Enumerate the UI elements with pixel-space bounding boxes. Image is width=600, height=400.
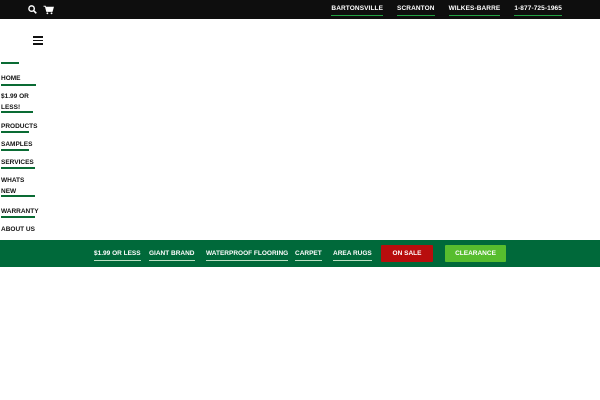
phone-link[interactable]: 1-877-725-1965	[514, 0, 562, 16]
menu-item-whats-new[interactable]: WHATS NEW	[1, 175, 35, 197]
search-icon[interactable]	[26, 3, 39, 16]
category-carpet[interactable]: CARPET	[295, 240, 322, 267]
menu-item-services[interactable]: SERVICES	[1, 157, 35, 169]
menu-item-products[interactable]: PRODUCTS	[1, 121, 37, 133]
hamburger-icon[interactable]	[33, 36, 43, 45]
category-label: WATERPROOF FLOORING	[206, 250, 289, 257]
category-label: $1.99 OR LESS	[94, 250, 141, 257]
menu-item-label: WHATS	[1, 177, 25, 184]
location-links: BARTONSVILLE SCRANTON WILKES-BARRE 1-877…	[331, 0, 562, 19]
category-label: AREA RUGS	[333, 250, 372, 257]
menu-item-label: ABOUT US	[1, 226, 35, 233]
menu-item-warranty[interactable]: WARRANTY	[1, 206, 39, 218]
menu-item-about-us[interactable]: ABOUT US	[1, 224, 35, 235]
location-link-wilkes-barre[interactable]: WILKES-BARRE	[448, 0, 501, 16]
category-waterproof-flooring[interactable]: WATERPROOF FLOORING	[206, 240, 289, 267]
menu-divider	[1, 62, 19, 64]
category-area-rugs[interactable]: AREA RUGS	[333, 240, 372, 267]
on-sale-button[interactable]: ON SALE	[381, 245, 433, 262]
location-link-scranton[interactable]: SCRANTON	[397, 0, 435, 16]
menu-item-samples[interactable]: SAMPLES	[1, 139, 32, 151]
category-label: CARPET	[295, 250, 322, 257]
cart-icon[interactable]	[42, 3, 55, 16]
clearance-button[interactable]: CLEARANCE	[445, 245, 506, 262]
category-bar: $1.99 OR LESS GIANT BRAND WATERPROOF FLO…	[0, 240, 600, 267]
menu-item-label: $1.99 OR	[1, 93, 29, 100]
menu-item-199-or-less[interactable]: $1.99 OR LESS!	[1, 91, 33, 113]
menu-item-home[interactable]: HOME	[1, 73, 36, 86]
location-link-bartonsville[interactable]: BARTONSVILLE	[331, 0, 384, 16]
menu-item-label: HOME	[1, 75, 21, 82]
category-199-or-less[interactable]: $1.99 OR LESS	[94, 240, 141, 267]
category-label: GIANT BRAND	[149, 250, 195, 257]
category-giant-brand[interactable]: GIANT BRAND	[149, 240, 195, 267]
top-bar: BARTONSVILLE SCRANTON WILKES-BARRE 1-877…	[0, 0, 600, 19]
